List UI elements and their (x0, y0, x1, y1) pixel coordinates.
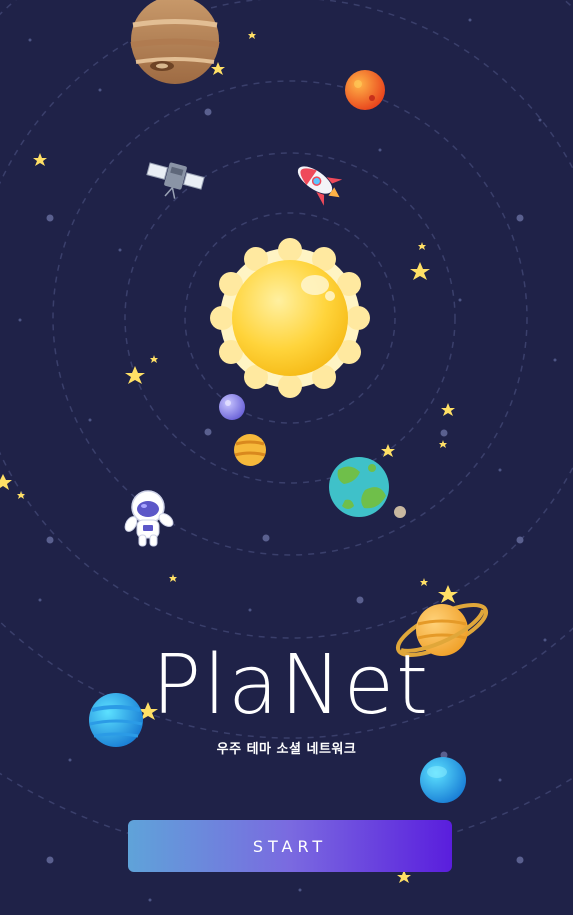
app-subtitle: 우주 테마 소셜 네트워크 (216, 742, 357, 757)
app-logo: PlaNet (152, 638, 430, 728)
logo-text: PlaNet (152, 638, 430, 728)
earth-icon (329, 457, 389, 517)
sun-icon (210, 238, 370, 398)
uranus-icon (420, 757, 466, 803)
satellite-icon (146, 162, 205, 199)
orbit-rings (0, 0, 573, 859)
splash-screen: PlaNet 우주 테마 소셜 네트워크 START (0, 0, 573, 915)
mars-icon (345, 70, 385, 110)
jupiter-icon (130, 0, 220, 84)
space-illustration (0, 0, 573, 902)
moon-icon (394, 506, 406, 518)
start-button[interactable]: START (128, 820, 452, 872)
rocket-icon (297, 166, 343, 206)
violet-planet-icon (219, 394, 245, 420)
orange-planet-icon (234, 434, 266, 466)
space-specks (18, 18, 557, 902)
astronaut-icon (124, 490, 174, 547)
